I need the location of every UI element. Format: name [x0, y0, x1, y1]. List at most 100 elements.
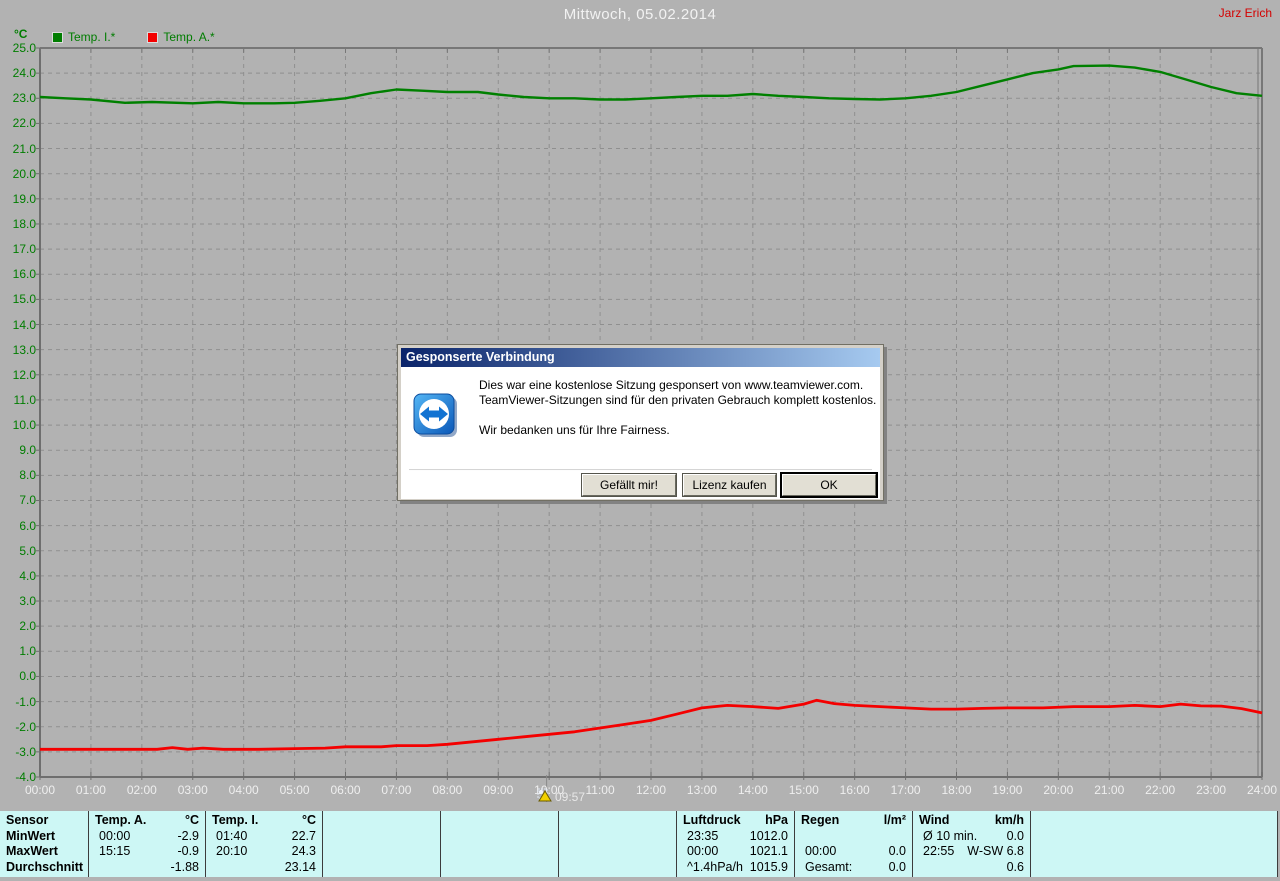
stats-row [323, 844, 440, 860]
x-tick-label: 09:00 [483, 783, 514, 797]
y-tick-label: -4.0 [15, 770, 36, 784]
x-tick-label: 12:00 [635, 783, 667, 797]
sensor-unit: l/m² [883, 813, 906, 827]
x-tick-label: 11:00 [585, 783, 615, 797]
stats-row [441, 829, 558, 845]
dialog-message-line1: Dies war eine kostenlose Sitzung gespons… [479, 378, 864, 392]
x-tick-label: 20:00 [1043, 783, 1074, 797]
stat-time [565, 829, 569, 845]
stat-value: 0.0 [888, 844, 906, 858]
y-tick-label: 9.0 [19, 443, 36, 458]
ok-button[interactable]: OK [782, 474, 876, 496]
sensor-name: Luftdruck [683, 813, 741, 827]
stat-time [565, 860, 569, 876]
y-tick-label: 16.0 [12, 267, 36, 282]
stats-row [559, 844, 676, 860]
stats-column-empty [559, 811, 677, 877]
y-tick-label: 21.0 [12, 141, 36, 156]
stat-time: 00:00 [687, 844, 719, 858]
stats-row: 00:00 0.0 [795, 844, 912, 860]
stat-time [329, 844, 333, 860]
stat-time [447, 860, 451, 876]
x-tick-label: 02:00 [126, 783, 157, 797]
sensor-unit: °C [184, 813, 199, 827]
y-tick-label: 0.0 [19, 669, 36, 684]
stats-row [441, 844, 558, 860]
series-line-temp-i- [39, 64, 1263, 105]
stats-row: Gesamt: 0.0 [795, 860, 912, 876]
stat-time [329, 860, 333, 876]
y-tick-label: 4.0 [19, 568, 36, 583]
dialog-titlebar[interactable]: Gesponserte Verbindung [401, 348, 880, 367]
stats-row-label: MaxWert [6, 844, 58, 858]
x-tick-label: 19:00 [992, 783, 1023, 797]
stat-time [919, 860, 923, 876]
stats-row: 0.6 [913, 860, 1030, 876]
dialog-body: Dies war eine kostenlose Sitzung gespons… [401, 367, 880, 499]
y-tick-label: 11.0 [13, 392, 36, 407]
stats-row: Temp. I. °C [206, 813, 322, 829]
x-tick-label: 22:00 [1145, 783, 1176, 797]
stat-value: -0.9 [177, 844, 199, 858]
stat-value: -1.88 [170, 859, 200, 874]
stat-value: 1012.0 [749, 828, 788, 843]
y-tick-label: 23.0 [12, 91, 36, 106]
stat-time [801, 829, 805, 845]
stats-row [559, 829, 676, 845]
sensor-unit: hPa [765, 813, 788, 827]
stats-row: -1.88 [89, 860, 205, 876]
y-tick-label: 1.0 [19, 644, 36, 659]
x-tick-label: 00:00 [24, 783, 56, 797]
y-tick-label: 18.0 [12, 216, 36, 231]
y-tick-label: 17.0 [12, 242, 36, 257]
sensor-name: Wind [919, 813, 950, 827]
stat-value: 22.7 [291, 828, 316, 843]
stats-row: Luftdruck hPa [677, 813, 794, 829]
y-tick-label: 19.0 [12, 191, 36, 206]
sensor-name: Temp. I. [212, 813, 259, 827]
x-tick-label: 14:00 [737, 783, 768, 797]
dialog-message-line2: TeamViewer-Sitzungen sind für den privat… [479, 393, 877, 407]
buy-license-button[interactable]: Lizenz kaufen [683, 474, 776, 496]
stats-column-empty [323, 811, 441, 877]
y-tick-label: 12.0 [12, 367, 36, 382]
stats-row: 23.14 [206, 860, 322, 876]
stats-row-label: MinWert [6, 828, 56, 843]
stats-row [323, 860, 440, 876]
stats-column-regen: Regen l/m² 00:00 0.0 Gesamt: 0.0 [795, 811, 913, 877]
teamviewer-logo-icon [413, 393, 457, 437]
stats-row: ^1.4hPa/h 1015.9 [677, 860, 794, 876]
stat-time [212, 860, 216, 876]
stat-time [565, 844, 569, 860]
y-tick-label: 8.0 [19, 468, 36, 483]
x-tick-label: 13:00 [686, 783, 717, 797]
stats-row: 23:35 1012.0 [677, 829, 794, 845]
stats-row [559, 860, 676, 876]
y-tick-label: 13.0 [12, 342, 36, 357]
stats-row: Regen l/m² [795, 813, 912, 829]
stats-column-wind: Wind km/h Ø 10 min. 0.0 22:55 W-SW 6.8 0.6 [913, 811, 1031, 877]
stat-time: 15:15 [99, 844, 131, 858]
stat-time [329, 829, 333, 845]
like-button[interactable]: Gefällt mir! [582, 474, 676, 496]
weather-app-window: Mittwoch, 05.02.2014 Jarz Erich °C Temp.… [0, 0, 1280, 881]
stat-time: ^1.4hPa/h [687, 859, 743, 874]
stats-column-filler [1031, 811, 1278, 877]
sensor-name: Temp. A. [95, 813, 147, 827]
y-tick-label: -1.0 [15, 694, 36, 709]
stats-row: 01:40 22.7 [206, 829, 322, 845]
sensor-name: Regen [801, 813, 840, 827]
sensor-unit: km/h [994, 813, 1024, 827]
stats-row [795, 829, 912, 845]
stats-row-label: Durchschnitt [6, 859, 84, 874]
x-tick-label: 01:00 [75, 783, 106, 797]
stat-value: 0.6 [1006, 859, 1024, 874]
stats-row [323, 829, 440, 845]
sensor-unit: °C [301, 813, 316, 827]
stat-time: 00:00 [805, 844, 837, 858]
y-tick-label: 2.0 [19, 619, 36, 634]
y-tick-label: 3.0 [19, 594, 36, 609]
y-tick-label: 20.0 [12, 166, 36, 181]
stats-column-temp-a-: Temp. A. °C 00:00 -2.9 15:15 -0.9 -1.88 [89, 811, 206, 877]
stat-value: -2.9 [177, 828, 199, 843]
